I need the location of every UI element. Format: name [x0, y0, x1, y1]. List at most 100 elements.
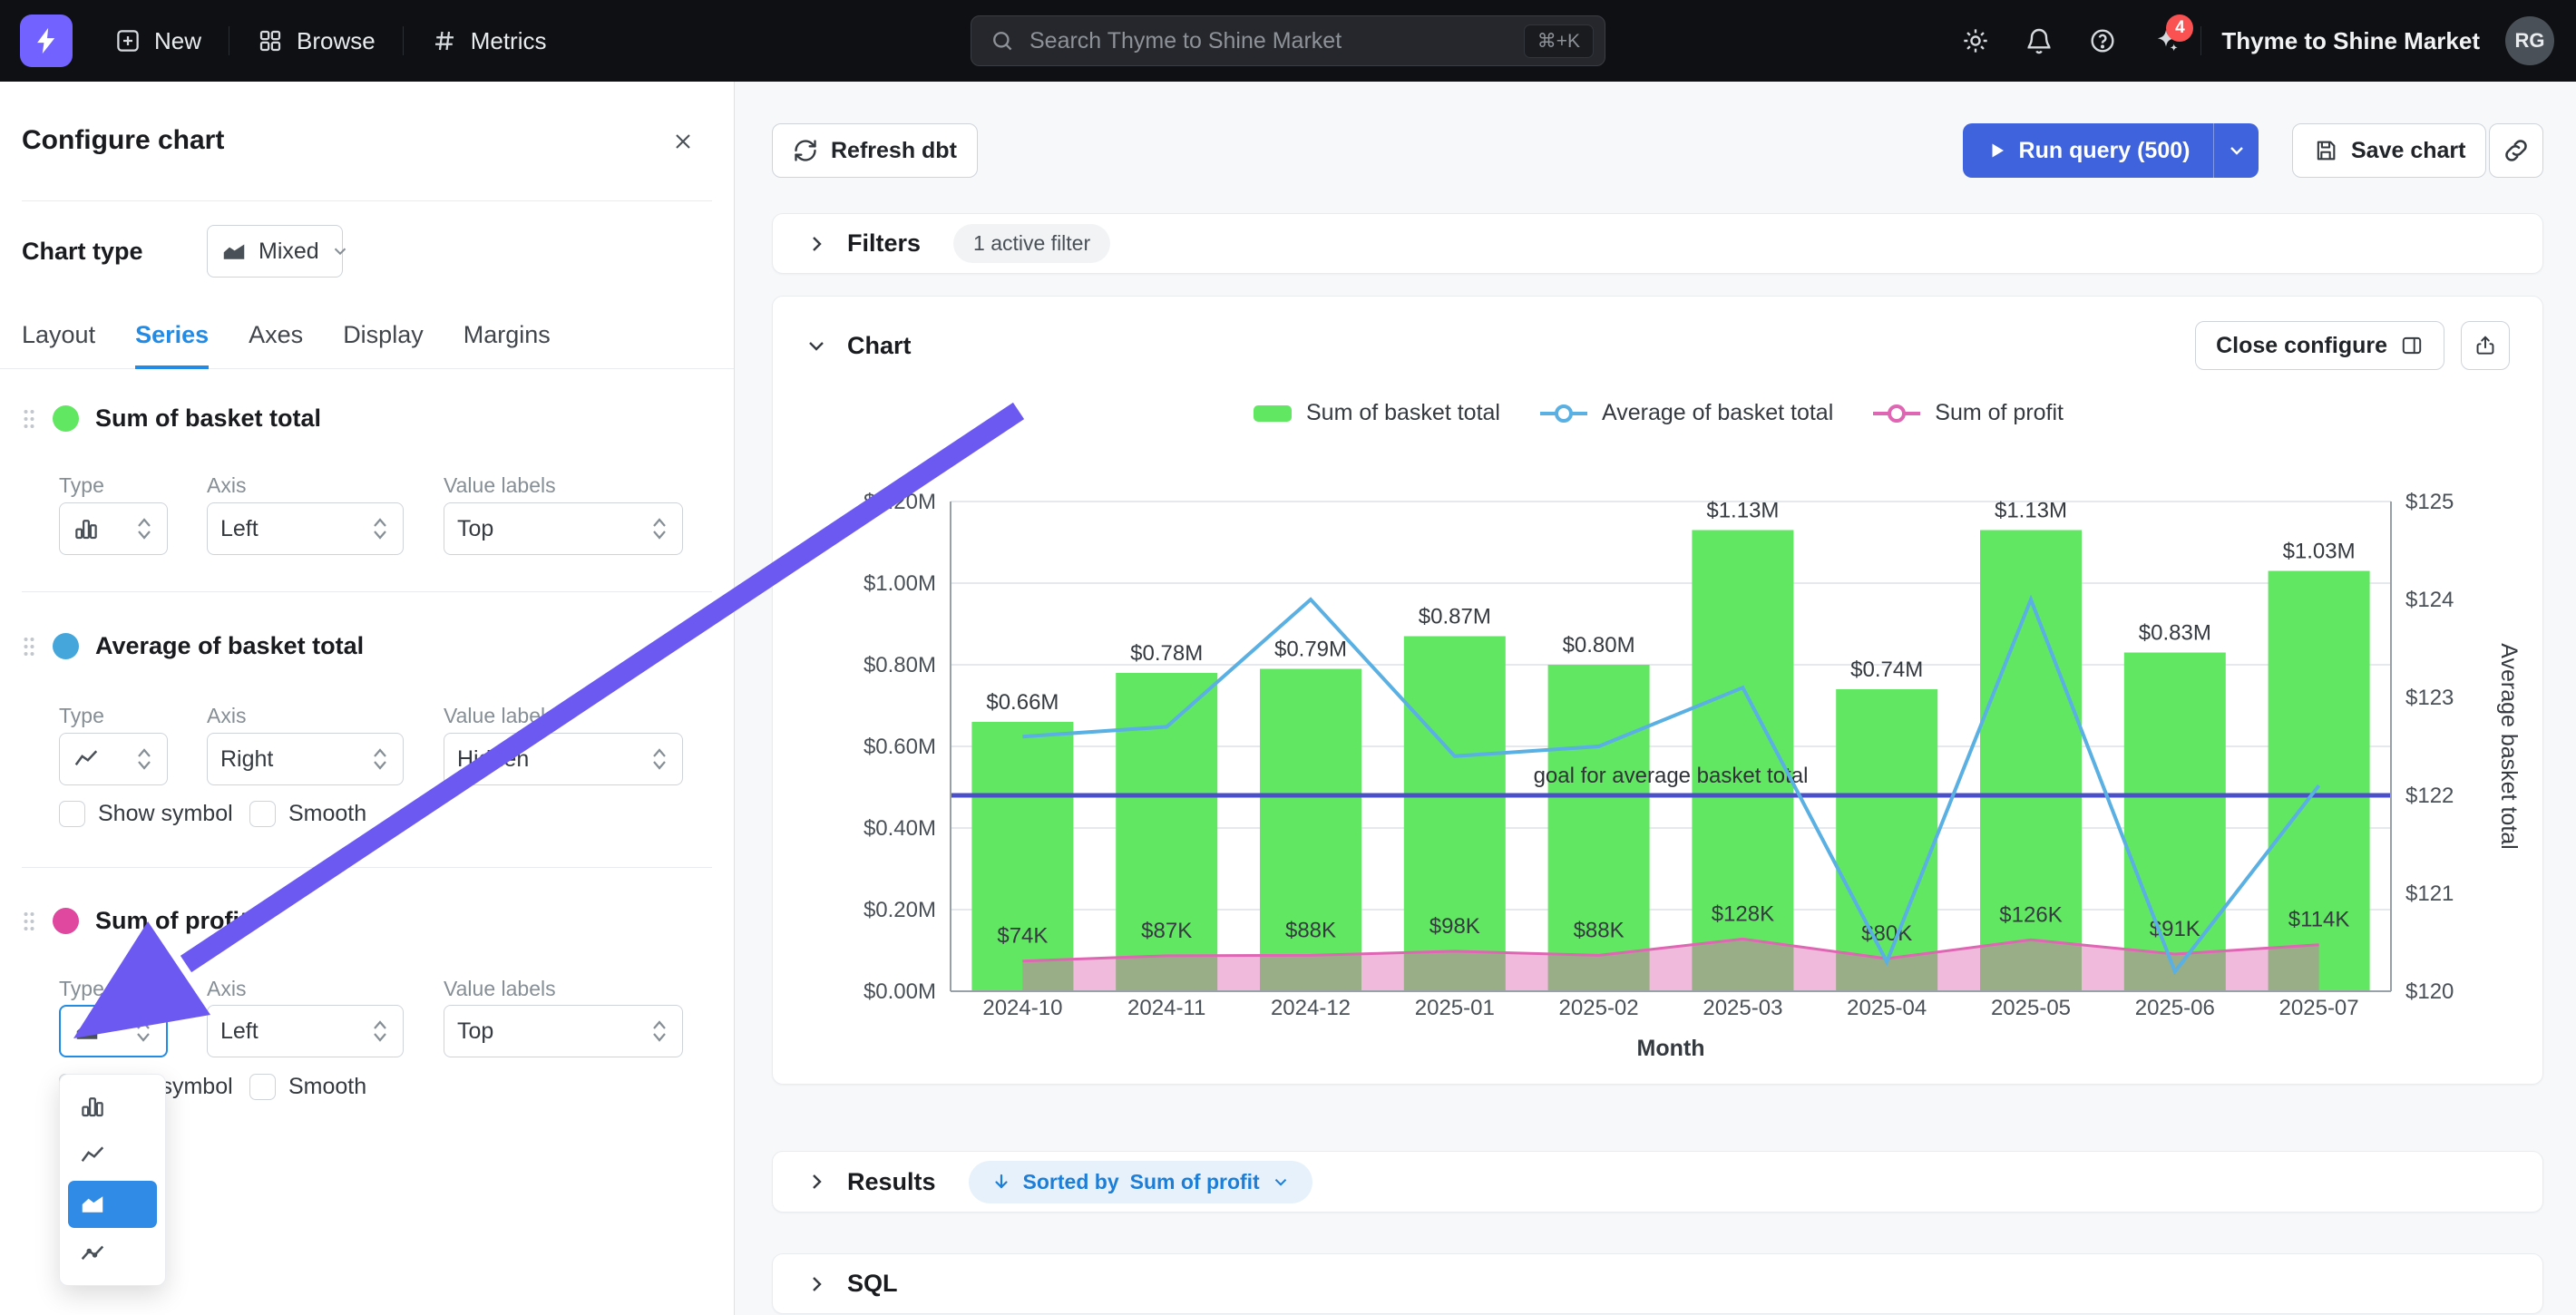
- tab-display[interactable]: Display: [343, 321, 424, 369]
- svg-text:$124: $124: [2405, 588, 2454, 612]
- series2-value-labels-select[interactable]: Hidden: [444, 733, 683, 785]
- series3-smooth-checkbox[interactable]: Smooth: [249, 1074, 366, 1100]
- drag-handle-icon[interactable]: [22, 910, 36, 933]
- type-option-scatter[interactable]: [68, 1230, 157, 1277]
- export-chart-button[interactable]: [2461, 321, 2510, 370]
- chevron-down-icon[interactable]: [805, 335, 827, 356]
- run-query-dropdown-button[interactable]: [2213, 123, 2259, 178]
- drag-handle-icon[interactable]: [22, 635, 36, 658]
- close-panel-button[interactable]: [670, 129, 696, 154]
- drag-handle-icon[interactable]: [22, 407, 36, 431]
- mixed-chart-icon: [220, 238, 248, 265]
- ai-assistant-button[interactable]: 4: [2137, 15, 2195, 67]
- global-search[interactable]: ⌘+K: [971, 15, 1605, 66]
- sql-section: SQL: [772, 1253, 2543, 1314]
- type-option-line[interactable]: [68, 1132, 157, 1179]
- series3-axis-select[interactable]: Left: [207, 1005, 404, 1057]
- results-header[interactable]: Results Sorted by Sum of profit: [773, 1152, 2542, 1212]
- legend-item[interactable]: Sum of basket total: [1252, 400, 1500, 426]
- tab-layout[interactable]: Layout: [22, 321, 95, 369]
- results-title: Results: [847, 1168, 936, 1196]
- tab-margins[interactable]: Margins: [463, 321, 551, 369]
- svg-text:$120: $120: [2405, 979, 2454, 1004]
- chevron-right-icon[interactable]: [805, 1273, 827, 1295]
- checkbox-label: Smooth: [288, 801, 366, 827]
- legend-item[interactable]: Sum of profit: [1871, 400, 2064, 426]
- filters-header[interactable]: Filters 1 active filter: [773, 214, 2542, 273]
- line-chart-icon: [73, 745, 100, 773]
- chart-title: Chart: [847, 332, 912, 360]
- nav-left-group: New Browse Metrics: [0, 15, 569, 67]
- chevron-right-icon[interactable]: [805, 233, 827, 255]
- refresh-dbt-button[interactable]: Refresh dbt: [772, 123, 978, 178]
- notification-count-badge: 4: [2166, 15, 2193, 42]
- settings-button[interactable]: [1947, 15, 2005, 67]
- checkbox[interactable]: [249, 801, 276, 827]
- browse-label: Browse: [297, 27, 376, 55]
- series-color-dot[interactable]: [53, 908, 79, 934]
- svg-text:$0.87M: $0.87M: [1419, 605, 1491, 629]
- new-button[interactable]: New: [93, 15, 223, 67]
- checkbox[interactable]: [249, 1074, 276, 1100]
- svg-text:$1.13M: $1.13M: [1995, 499, 2067, 523]
- value-labels-value: Top: [457, 1018, 493, 1045]
- sql-header[interactable]: SQL: [773, 1254, 2542, 1313]
- share-icon: [2474, 334, 2497, 357]
- sort-descending-icon: [990, 1171, 1012, 1193]
- svg-text:goal for average basket total: goal for average basket total: [1534, 764, 1809, 788]
- checkbox[interactable]: [59, 801, 85, 827]
- link-icon: [2503, 137, 2530, 164]
- svg-text:2025-05: 2025-05: [1991, 996, 2071, 1020]
- svg-text:$0.80M: $0.80M: [864, 653, 936, 677]
- series3-value-labels-select[interactable]: Top: [444, 1005, 683, 1057]
- svg-text:$114K: $114K: [2288, 908, 2350, 932]
- search-input[interactable]: [1029, 28, 1509, 54]
- chart-legend: Sum of basket total Average of basket tot…: [773, 400, 2542, 426]
- series-color-dot[interactable]: [53, 633, 79, 659]
- panel-right-icon: [2400, 334, 2424, 357]
- sorted-by-pill[interactable]: Sorted by Sum of profit: [969, 1161, 1312, 1203]
- chevron-down-icon: [1271, 1172, 1291, 1192]
- svg-text:2025-06: 2025-06: [2135, 996, 2215, 1020]
- avatar[interactable]: RG: [2505, 16, 2554, 65]
- run-query-label: Run query (500): [2019, 138, 2191, 164]
- series2-show-symbol-checkbox[interactable]: Show symbol: [59, 801, 233, 827]
- chevron-right-icon[interactable]: [805, 1171, 827, 1193]
- bar-chart-icon: [73, 515, 100, 542]
- line-chart-icon: [79, 1142, 106, 1169]
- panel-tabs: Layout Series Axes Display Margins: [0, 321, 734, 369]
- help-button[interactable]: [2073, 15, 2132, 67]
- chart-type-select[interactable]: Mixed: [207, 225, 343, 278]
- series2-smooth-checkbox[interactable]: Smooth: [249, 801, 366, 827]
- sorted-field: Sum of profit: [1130, 1170, 1260, 1194]
- tab-axes[interactable]: Axes: [249, 321, 303, 369]
- save-chart-button[interactable]: Save chart: [2292, 123, 2486, 178]
- series1-value-labels-select[interactable]: Top: [444, 502, 683, 555]
- type-field-label: Type: [59, 704, 104, 728]
- notifications-button[interactable]: [2010, 15, 2068, 67]
- search-shortcut-badge: ⌘+K: [1524, 24, 1594, 58]
- area-chart-icon: [73, 1018, 101, 1045]
- type-option-bar[interactable]: [68, 1083, 157, 1130]
- stepper-icon: [649, 745, 669, 773]
- copy-link-button[interactable]: [2489, 123, 2543, 178]
- legend-item[interactable]: Average of basket total: [1538, 400, 1833, 426]
- run-query-button[interactable]: Run query (500): [1963, 123, 2213, 178]
- metrics-button[interactable]: Metrics: [409, 15, 569, 67]
- svg-text:$122: $122: [2405, 784, 2454, 808]
- series3-type-select[interactable]: [59, 1005, 168, 1057]
- stepper-icon: [134, 745, 154, 773]
- series2-type-select[interactable]: [59, 733, 168, 785]
- series1-axis-select[interactable]: Left: [207, 502, 404, 555]
- mixed-chart: $0.00M$0.20M$0.40M$0.60M$0.80M$1.00M$1.2…: [773, 424, 2544, 1067]
- close-configure-button[interactable]: Close configure: [2195, 321, 2444, 370]
- svg-text:$88K: $88K: [1285, 918, 1336, 942]
- app-logo[interactable]: [20, 15, 73, 67]
- series1-type-select[interactable]: [59, 502, 168, 555]
- type-option-area[interactable]: [68, 1181, 157, 1228]
- browse-button[interactable]: Browse: [235, 15, 397, 67]
- series2-axis-select[interactable]: Right: [207, 733, 404, 785]
- series-color-dot[interactable]: [53, 405, 79, 432]
- org-name[interactable]: Thyme to Shine Market: [2207, 27, 2500, 55]
- tab-series[interactable]: Series: [135, 321, 209, 369]
